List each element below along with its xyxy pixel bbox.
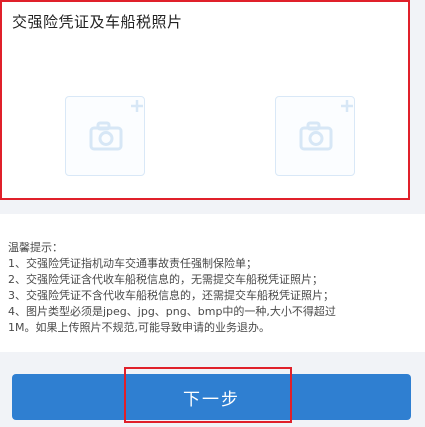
tip-line-3: 3、交强险凭证不含代收车船税信息的，还需提交车船税凭证照片；	[8, 289, 334, 302]
tip-line-2: 2、交强险凭证含代收车船税信息的，无需提交车船税凭证照片；	[8, 273, 323, 286]
tip-line-1: 1、交强险凭证指机动车交通事故责任强制保险单；	[8, 257, 257, 270]
photo-upload-slot-2[interactable]	[275, 96, 355, 176]
tips-section: 温馨提示： 1、交强险凭证指机动车交通事故责任强制保险单； 2、交强险凭证含代收…	[0, 214, 425, 352]
upload-section: 交强险凭证及车船税照片	[0, 0, 410, 200]
tip-line-5: 1M。如果上传照片不规范,可能导致申请的业务退办。	[8, 321, 270, 334]
tips-text: 温馨提示： 1、交强险凭证指机动车交通事故责任强制保险单； 2、交强险凭证含代收…	[8, 240, 408, 336]
tip-line-4: 4、图片类型必须是jpeg、jpg、png、bmp中的一种,大小不得超过	[8, 305, 336, 318]
camera-add-icon	[299, 100, 353, 151]
next-step-button[interactable]: 下一步	[12, 374, 411, 420]
upload-page: 交强险凭证及车船税照片 温馨提示： 1、交强险凭证指机动车交通事故责任强制保险单…	[0, 0, 425, 427]
tips-heading: 温馨提示：	[8, 241, 63, 254]
photo-upload-slot-1[interactable]	[65, 96, 145, 176]
camera-add-icon	[89, 100, 143, 151]
upload-title: 交强险凭证及车船税照片	[12, 13, 183, 31]
